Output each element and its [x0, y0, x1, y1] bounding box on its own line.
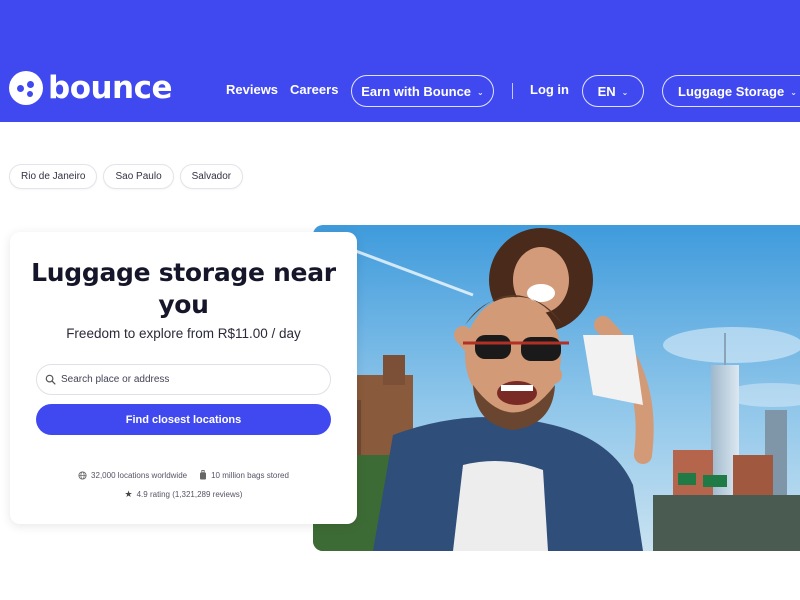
- earn-with-bounce-label: Earn with Bounce: [361, 83, 472, 99]
- language-dropdown[interactable]: EN ⌄: [582, 75, 644, 107]
- nav-divider: [512, 83, 513, 99]
- search-input[interactable]: [61, 374, 311, 385]
- city-chip-rio-de-janeiro[interactable]: Rio de Janeiro: [9, 164, 98, 189]
- bounce-logo[interactable]: bounce: [9, 70, 173, 106]
- earn-with-bounce-dropdown[interactable]: Earn with Bounce ⌄: [351, 75, 494, 107]
- rating-row: ★ 4.9 rating (1,321,289 reviews): [10, 489, 357, 500]
- star-icon: ★: [124, 489, 133, 499]
- stat-bags: 10 million bags stored: [199, 470, 289, 480]
- luggage-storage-label: Luggage Storage: [678, 83, 785, 99]
- globe-icon: [78, 470, 87, 480]
- login-link[interactable]: Log in: [530, 82, 569, 97]
- bounce-logo-icon: [9, 71, 43, 105]
- search-icon: [45, 374, 56, 385]
- luggage-storage-dropdown[interactable]: Luggage Storage ⌄: [662, 75, 800, 107]
- city-chip-salvador[interactable]: Salvador: [179, 164, 244, 189]
- chevron-down-icon: ⌄: [790, 87, 797, 97]
- language-label: EN: [597, 83, 616, 99]
- stats-row: 32,000 locations worldwide 10 million ba…: [10, 470, 357, 480]
- chevron-down-icon: ⌄: [477, 87, 484, 97]
- search-field[interactable]: [36, 364, 331, 395]
- chevron-down-icon: ⌄: [621, 87, 629, 97]
- nav-reviews-link[interactable]: Reviews: [226, 82, 278, 97]
- stat-locations: 32,000 locations worldwide: [78, 470, 187, 480]
- hero-image: [313, 225, 800, 551]
- nav-careers-link[interactable]: Careers: [290, 82, 338, 97]
- stat-bags-text: 10 million bags stored: [211, 470, 289, 480]
- find-closest-locations-button[interactable]: Find closest locations: [36, 404, 331, 435]
- logo-wordmark: bounce: [48, 70, 173, 106]
- page-title: Luggage storage near you: [31, 258, 336, 319]
- luggage-icon: [200, 470, 207, 480]
- stat-locations-text: 32,000 locations worldwide: [91, 470, 188, 480]
- hero-photo-illustration: [313, 225, 800, 551]
- city-chip-sao-paulo[interactable]: Sao Paulo: [103, 164, 174, 189]
- site-header: bounce Reviews Careers Earn with Bounce …: [0, 0, 800, 122]
- city-chips: Rio de Janeiro Sao Paulo Salvador: [9, 164, 244, 189]
- rating-text: 4.9 rating (1,321,289 reviews): [136, 490, 243, 499]
- price-subtitle: Freedom to explore from R$11.00 / day: [66, 326, 301, 341]
- search-card: Luggage storage near you Freedom to expl…: [10, 232, 357, 524]
